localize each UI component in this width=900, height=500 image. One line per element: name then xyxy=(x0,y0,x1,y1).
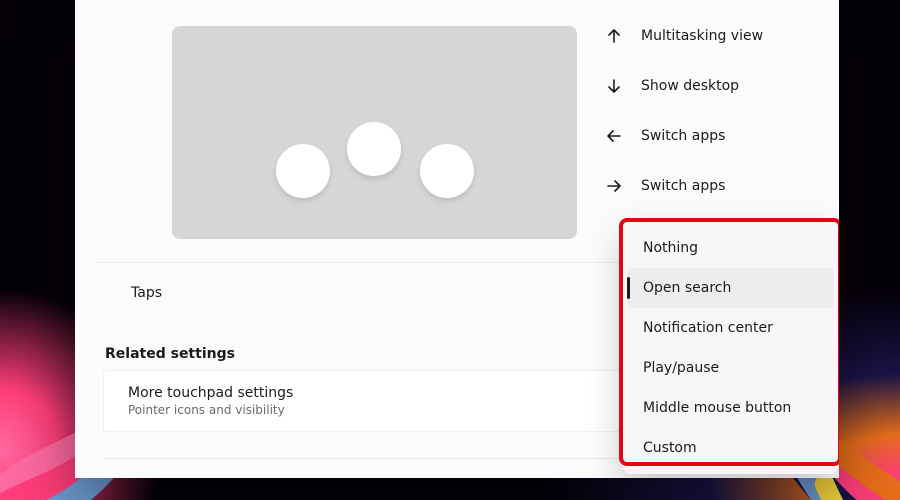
gesture-label: Switch apps xyxy=(641,178,725,194)
dropdown-option-notification[interactable]: Notification center xyxy=(623,308,838,348)
taps-label: Taps xyxy=(131,285,162,301)
arrow-left-icon xyxy=(605,128,623,144)
arrow-down-icon xyxy=(605,78,623,94)
gesture-swipe-up[interactable]: Multitasking view xyxy=(605,28,825,44)
gesture-action-list: Multitasking view Show desktop Switch ap… xyxy=(605,28,825,194)
settings-window: Multitasking view Show desktop Switch ap… xyxy=(75,0,839,478)
gesture-label: Show desktop xyxy=(641,78,739,94)
related-settings-header: Related settings xyxy=(105,346,235,362)
gesture-swipe-right[interactable]: Switch apps xyxy=(605,178,825,194)
gesture-preview-panel xyxy=(172,26,577,239)
gesture-action-dropdown[interactable]: Nothing Open search Notification center … xyxy=(623,222,838,474)
gesture-swipe-down[interactable]: Show desktop xyxy=(605,78,825,94)
preview-finger-dot xyxy=(420,144,474,198)
preview-finger-dot xyxy=(276,144,330,198)
preview-finger-dot xyxy=(347,122,401,176)
dropdown-option-play-pause[interactable]: Play/pause xyxy=(623,348,838,388)
dropdown-option-nothing[interactable]: Nothing xyxy=(623,228,838,268)
dropdown-option-custom[interactable]: Custom xyxy=(623,428,838,468)
dropdown-option-middle-mouse[interactable]: Middle mouse button xyxy=(623,388,838,428)
arrow-up-icon xyxy=(605,28,623,44)
gesture-label: Multitasking view xyxy=(641,28,763,44)
dropdown-option-open-search[interactable]: Open search xyxy=(627,268,834,308)
arrow-right-icon xyxy=(605,178,623,194)
gesture-label: Switch apps xyxy=(641,128,725,144)
gesture-swipe-left[interactable]: Switch apps xyxy=(605,128,825,144)
